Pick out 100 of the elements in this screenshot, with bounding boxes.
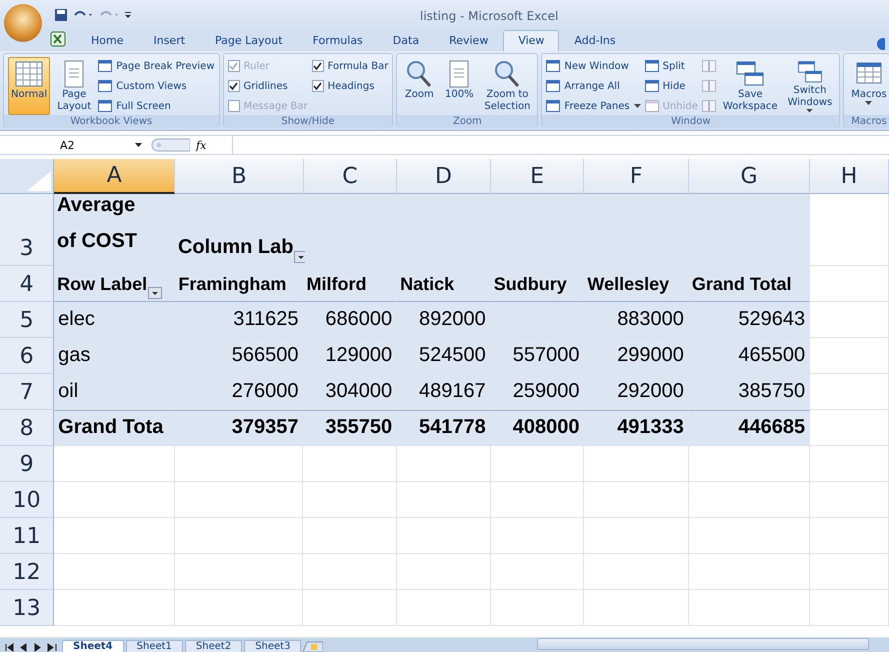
ribbon-tab[interactable]: Home: [76, 30, 138, 51]
row-header[interactable]: 4: [0, 266, 54, 302]
ribbon-tab[interactable]: Add-Ins: [559, 30, 631, 51]
sheet-tab[interactable]: Sheet4: [62, 640, 124, 652]
row-header[interactable]: 6: [0, 338, 54, 374]
ribbon-tab[interactable]: Insert: [138, 30, 200, 51]
window-icon: [98, 100, 112, 112]
row-header[interactable]: 9: [0, 446, 54, 482]
ribbon-button[interactable]: Normal: [8, 57, 50, 115]
row-header[interactable]: 13: [0, 590, 54, 626]
table-cell: 541778: [397, 410, 491, 446]
caret-icon: [135, 143, 142, 147]
group-label: Workbook Views: [4, 115, 219, 128]
group-label: Window: [542, 115, 840, 128]
table-cell: 299000: [584, 338, 689, 374]
row-header[interactable]: 12: [0, 554, 54, 590]
column-header[interactable]: H: [810, 159, 889, 194]
checkmark-icon: [229, 82, 238, 90]
ribbon-button[interactable]: Arrange All: [546, 77, 641, 95]
column-header[interactable]: G: [688, 159, 810, 194]
ribbon-button[interactable]: Full Screen: [98, 97, 215, 115]
table-cell: 259000: [490, 374, 584, 410]
row-header[interactable]: 5: [0, 302, 54, 338]
ribbon-tab[interactable]: Formulas: [298, 30, 378, 51]
ribbon-button[interactable]: Custom Views: [98, 77, 215, 95]
group-label: Show/Hide: [224, 115, 392, 128]
ribbon-tab[interactable]: Data: [378, 30, 434, 51]
group-label: Zoom: [397, 115, 538, 128]
window-icon: [98, 60, 112, 72]
row-header[interactable]: 8: [0, 410, 54, 446]
ribbon-checkbox[interactable]: Gridlines: [228, 77, 308, 95]
table-cell: 304000: [303, 374, 398, 410]
window-icon: [98, 80, 112, 92]
row-header[interactable]: 10: [0, 482, 54, 518]
table-cell: 311625: [175, 302, 304, 338]
horizontal-scrollbar[interactable]: [537, 638, 869, 650]
table-cell: 465500: [688, 338, 810, 374]
table-cell: 129000: [303, 338, 398, 374]
table-cell: 491333: [584, 410, 689, 446]
row-header[interactable]: 3: [0, 194, 54, 266]
table-cell: 408000: [490, 410, 584, 446]
ribbon-button[interactable]: Hide: [644, 77, 698, 95]
window-title: listing - Microsoft Excel: [420, 9, 558, 23]
circle-handle-icon[interactable]: [150, 138, 190, 152]
grid-icon: [14, 59, 44, 89]
cell-text: Column Lab: [178, 236, 294, 259]
column-header[interactable]: A: [54, 159, 176, 194]
table-cell: 379357: [175, 410, 304, 446]
column-header[interactable]: E: [490, 159, 584, 194]
office-logo-button[interactable]: [4, 4, 42, 42]
row-header[interactable]: 7: [0, 374, 54, 410]
sheet-tab[interactable]: Sheet1: [126, 640, 183, 652]
ribbon-button[interactable]: 100%: [441, 57, 478, 115]
window-icon: [644, 60, 659, 72]
table-cell: 446685: [688, 410, 810, 446]
table-cell: 489167: [397, 374, 491, 410]
checkmark-icon: [313, 82, 322, 90]
group-label: Macros: [844, 115, 889, 128]
column-header[interactable]: C: [304, 159, 398, 194]
ribbon-button[interactable]: Macros: [848, 57, 889, 115]
row-header[interactable]: 11: [0, 518, 54, 554]
checkmark-icon: [313, 62, 322, 70]
name-box[interactable]: A2: [0, 136, 150, 154]
column-header[interactable]: D: [397, 159, 491, 194]
ribbon-tab[interactable]: Review: [434, 30, 504, 51]
ribbon-button[interactable]: Split: [644, 57, 698, 75]
table-cell: Milford: [304, 266, 398, 302]
checkmark-icon: [229, 62, 238, 70]
ribbon-checkbox[interactable]: Formula Bar: [312, 57, 388, 75]
ribbon-button[interactable]: Page Layout: [54, 57, 94, 115]
table-cell: 529643: [688, 302, 810, 338]
table-cell: 385750: [688, 374, 810, 410]
window-icon: [546, 100, 560, 112]
ribbon-button[interactable]: Page Break Preview: [98, 57, 215, 75]
ribbon-button[interactable]: New Window: [546, 57, 641, 75]
table-cell: Natick: [397, 266, 491, 302]
ribbon-button[interactable]: Save Workspace: [720, 57, 781, 115]
ribbon-button[interactable]: Zoom: [401, 57, 438, 115]
ribbon-button[interactable]: Freeze Panes: [546, 97, 641, 115]
customize-caret-icon[interactable]: [124, 10, 132, 20]
sheet-tab[interactable]: Sheet3: [244, 640, 302, 652]
select-all-corner[interactable]: [0, 159, 54, 194]
save-icon[interactable]: [54, 8, 68, 22]
table-cell: elec: [54, 302, 176, 338]
table-cell: gas: [54, 338, 176, 374]
table-cell: 883000: [584, 302, 689, 338]
ribbon-tab[interactable]: View: [503, 30, 560, 51]
filter-dropdown-icon[interactable]: [148, 287, 162, 299]
column-header[interactable]: B: [175, 159, 304, 194]
sheet-tab[interactable]: Sheet2: [184, 640, 242, 652]
ribbon-button[interactable]: Switch Windows: [784, 57, 836, 115]
table-cell: Average of COST: [54, 194, 175, 266]
insert-sheet-icon[interactable]: [303, 641, 324, 652]
table-cell: 686000: [303, 302, 398, 338]
column-header[interactable]: F: [584, 159, 689, 194]
ribbon-button[interactable]: Zoom to Selection: [481, 57, 534, 115]
insert-function-button[interactable]: fx: [192, 138, 210, 152]
ribbon-checkbox[interactable]: Headings: [312, 77, 388, 95]
table-cell: 892000: [397, 302, 491, 338]
ribbon-tab[interactable]: Page Layout: [200, 30, 298, 51]
